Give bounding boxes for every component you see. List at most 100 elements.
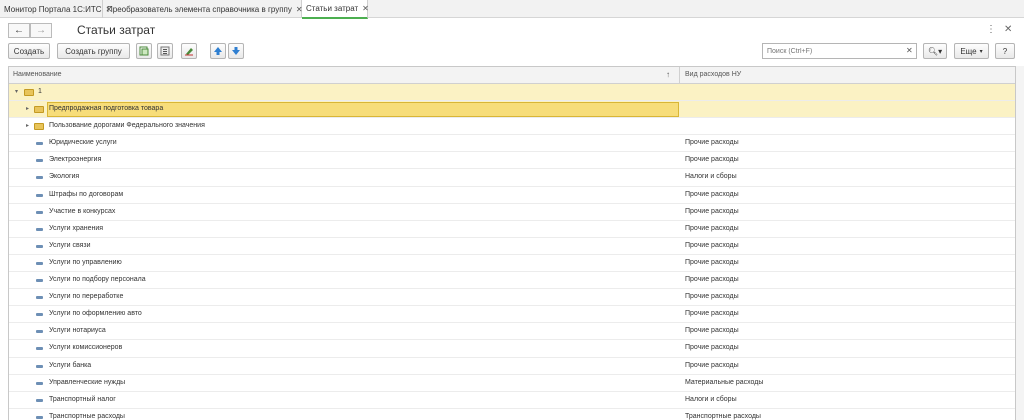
copy-button[interactable] <box>136 43 152 59</box>
arrow-right-icon: → <box>36 25 46 36</box>
row-expense-type: Прочие расходы <box>685 258 739 266</box>
item-icon <box>36 244 43 248</box>
item-icon <box>36 296 43 300</box>
table-row[interactable]: Услуги нотариуса Прочие расходы <box>9 323 1015 341</box>
table-row[interactable]: Экология Налоги и сборы <box>9 169 1015 187</box>
vertical-scrollbar[interactable] <box>1016 66 1024 420</box>
move-down-button[interactable] <box>228 43 244 59</box>
expand-arrow-icon[interactable]: ▾ <box>15 88 18 95</box>
row-name: Пользование дорогами Федерального значен… <box>49 122 205 130</box>
column-divider <box>679 67 680 84</box>
tab-bar: Монитор Портала 1С:ИТС ✕ Преобразователь… <box>0 0 1024 19</box>
table-row[interactable]: ▸ Предпродажная подготовка товара <box>9 101 1015 119</box>
row-expense-type: Прочие расходы <box>685 293 739 301</box>
item-icon <box>36 330 43 334</box>
clear-icon[interactable]: ✕ <box>906 46 913 55</box>
arrow-down-icon <box>232 47 240 55</box>
table-row[interactable]: Услуги связи Прочие расходы <box>9 238 1015 255</box>
item-icon <box>36 210 43 214</box>
pencil-icon <box>185 48 193 56</box>
more-vert-icon[interactable]: ⋮ <box>986 24 996 35</box>
table-row[interactable]: Услуги банка Прочие расходы <box>9 358 1015 375</box>
table-row[interactable]: Услуги по переработке Прочие расходы <box>9 289 1015 307</box>
item-icon <box>36 142 43 146</box>
search-button[interactable]: 🔍︎▾ <box>923 43 947 59</box>
table-row[interactable]: ▸ Пользование дорогами Федерального знач… <box>9 118 1015 136</box>
row-name: Услуги хранения <box>49 224 104 232</box>
table-row[interactable]: ▾ 1 <box>9 84 1015 102</box>
help-icon: ? <box>1002 46 1008 56</box>
table-row[interactable]: Транспортные расходы Транспортные расходы <box>9 409 1015 420</box>
row-name: Услуги по подбору персонала <box>49 276 146 284</box>
table-row[interactable]: Услуги комиссионеров Прочие расходы <box>9 340 1015 358</box>
arrow-up-icon <box>214 47 222 55</box>
folder-icon <box>24 89 34 96</box>
item-icon <box>36 193 43 197</box>
table-row[interactable]: Штрафы по договорам Прочие расходы <box>9 187 1015 204</box>
more-button[interactable]: Еще ▾ <box>954 43 989 59</box>
create-group-button[interactable]: Создать группу <box>57 43 130 59</box>
forward-button[interactable]: → <box>30 23 52 38</box>
item-icon <box>36 159 43 163</box>
expand-arrow-icon[interactable]: ▸ <box>26 105 29 112</box>
row-name: Услуги комиссионеров <box>49 344 123 352</box>
table-row[interactable]: Участие в конкурсах Прочие расходы <box>9 204 1015 221</box>
help-button[interactable]: ? <box>995 43 1015 59</box>
close-icon[interactable]: ✕ <box>362 4 369 13</box>
tab-label: Монитор Портала 1С:ИТС <box>4 4 102 14</box>
form-header: ← → Статьи затрат ⋮ ✕ <box>0 20 1024 42</box>
table-row[interactable]: Услуги хранения Прочие расходы <box>9 221 1015 238</box>
tab-monitor[interactable]: Монитор Портала 1С:ИТС ✕ <box>0 0 112 18</box>
row-name: Услуги по переработке <box>49 293 124 301</box>
arrow-left-icon: ← <box>14 25 24 36</box>
table-row[interactable]: Электроэнергия Прочие расходы <box>9 152 1015 170</box>
tab-label: Преобразователь элемента справочника в г… <box>107 4 292 14</box>
more-label: Еще <box>960 46 977 56</box>
table-row[interactable]: Транспортный налог Налоги и сборы <box>9 392 1015 409</box>
search-input[interactable] <box>762 43 917 59</box>
item-icon <box>36 227 43 231</box>
row-expense-type: Прочие расходы <box>685 190 739 198</box>
row-expense-type: Прочие расходы <box>685 276 739 284</box>
table-row[interactable]: Услуги по управлению Прочие расходы <box>9 255 1015 273</box>
tab-converter[interactable]: Преобразователь элемента справочника в г… <box>103 0 303 18</box>
row-expense-type: Прочие расходы <box>685 344 739 352</box>
item-icon <box>36 381 43 385</box>
mark-delete-button[interactable] <box>181 43 197 59</box>
move-up-button[interactable] <box>210 43 226 59</box>
column-header-name[interactable]: Наименование <box>13 71 62 78</box>
item-icon <box>36 261 43 265</box>
table-row[interactable]: Услуги по оформлению авто Прочие расходы <box>9 306 1015 324</box>
row-name: Экология <box>49 173 80 181</box>
item-icon <box>36 364 43 368</box>
create-button[interactable]: Создать <box>8 43 50 59</box>
row-name: Услуги по оформлению авто <box>49 310 142 318</box>
table-row[interactable]: Управленческие нужды Материальные расходы <box>9 375 1015 392</box>
page-title: Статьи затрат <box>77 23 156 37</box>
row-name: Услуги нотариуса <box>49 327 106 335</box>
row-expense-type: Прочие расходы <box>685 327 739 335</box>
row-expense-type: Прочие расходы <box>685 224 739 232</box>
column-header-expense-type[interactable]: Вид расходов НУ <box>685 71 741 78</box>
close-icon[interactable]: ✕ <box>1004 24 1012 35</box>
row-name: Управленческие нужды <box>49 378 126 386</box>
back-button[interactable]: ← <box>8 23 30 38</box>
item-icon <box>36 347 43 351</box>
row-expense-type: Материальные расходы <box>685 378 764 386</box>
row-name: Услуги банка <box>49 361 92 369</box>
tab-cost-items[interactable]: Статьи затрат ✕ <box>302 0 369 19</box>
table-row[interactable]: Юридические услуги Прочие расходы <box>9 135 1015 153</box>
row-expense-type: Транспортные расходы <box>685 412 761 420</box>
expand-arrow-icon[interactable]: ▸ <box>26 122 29 129</box>
row-expense-type: Налоги и сборы <box>685 173 737 181</box>
row-name: Электроэнергия <box>49 156 102 164</box>
row-expense-type: Налоги и сборы <box>685 395 737 403</box>
row-name: Юридические услуги <box>49 139 117 147</box>
table-row[interactable]: Услуги по подбору персонала Прочие расход… <box>9 272 1015 290</box>
item-icon <box>36 313 43 317</box>
row-name: Участие в конкурсах <box>49 207 116 215</box>
list-button[interactable] <box>157 43 173 59</box>
row-name: Предпродажная подготовка товара <box>49 105 164 113</box>
row-name: Транспортный налог <box>49 395 116 403</box>
toolbar: Создать Создать группу ✕ 🔍︎▾ Еще▾ ? <box>0 43 1024 61</box>
